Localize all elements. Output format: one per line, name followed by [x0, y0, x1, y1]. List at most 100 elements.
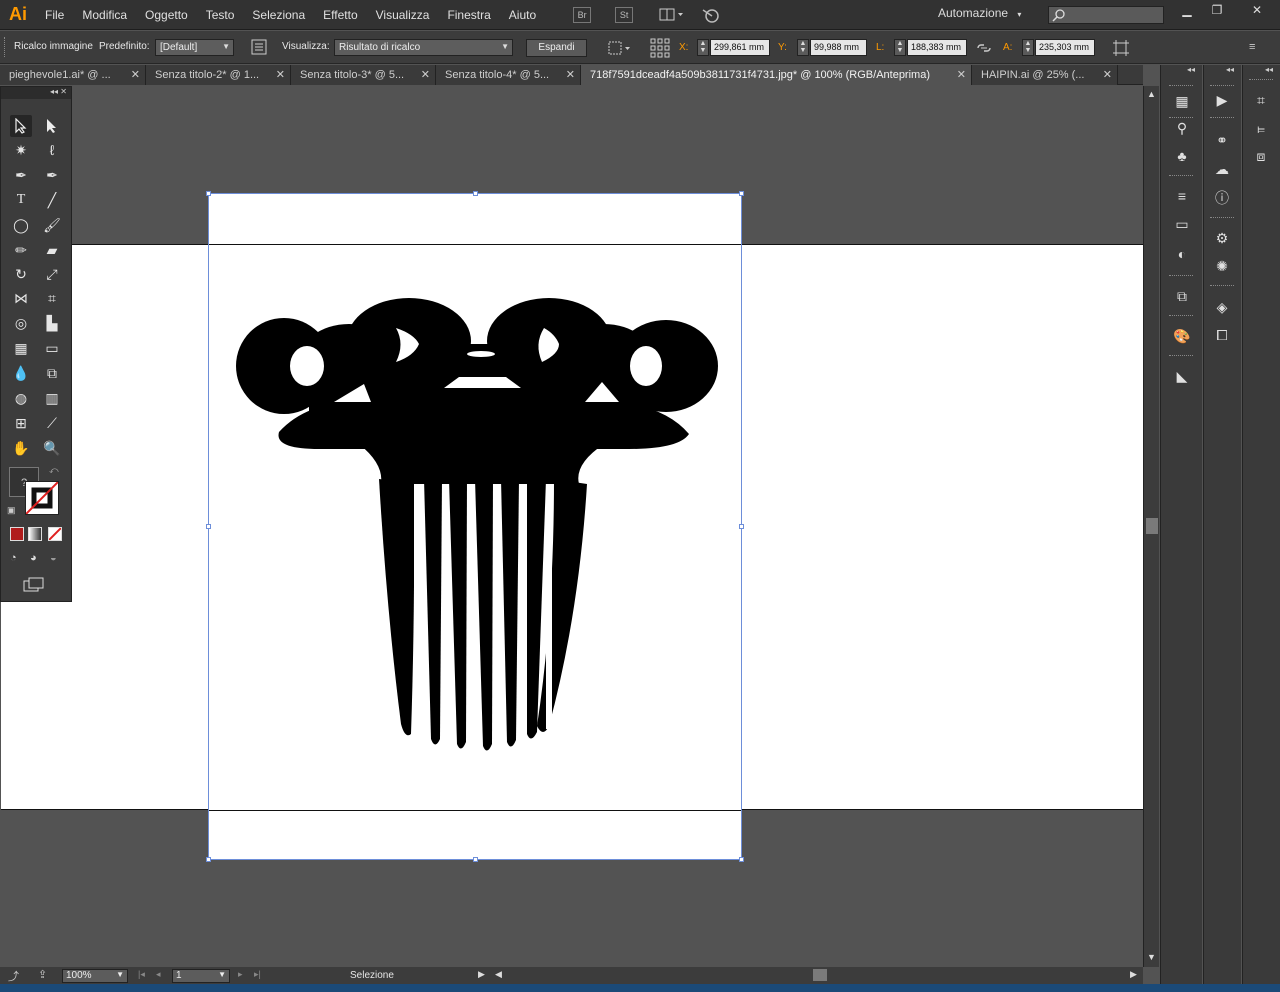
panel-grip[interactable]: [1169, 315, 1193, 318]
symbols-panel-icon[interactable]: ♣: [1171, 145, 1193, 167]
scroll-thumb[interactable]: [1146, 518, 1158, 534]
tab-document[interactable]: pieghevole1.ai* @ ... ✕: [0, 65, 146, 85]
gradient-panel-icon[interactable]: ▭: [1171, 213, 1193, 235]
appearance-panel-icon[interactable]: ⚙: [1211, 227, 1233, 249]
resize-handle-top-left[interactable]: [206, 191, 211, 196]
vertical-scrollbar[interactable]: ▲ ▼: [1143, 86, 1159, 967]
resize-handle-bottom[interactable]: [473, 857, 478, 862]
reference-point-icon[interactable]: [650, 38, 670, 58]
help-search-input[interactable]: [1048, 6, 1164, 24]
hand-tool-icon[interactable]: ✋: [10, 437, 32, 459]
menu-modifica[interactable]: Modifica: [73, 0, 136, 30]
x-field[interactable]: 299,861 mm: [710, 39, 770, 56]
resize-handle-bottom-right[interactable]: [739, 857, 744, 862]
scale-tool-icon[interactable]: ⤢: [41, 263, 63, 285]
y-stepper[interactable]: ▲ ▼: [797, 39, 809, 56]
traced-image-selection[interactable]: [206, 191, 744, 862]
swatches-panel-icon[interactable]: ▦: [1171, 90, 1193, 112]
perspective-grid-tool-icon[interactable]: ▙: [41, 312, 63, 334]
panel-grip[interactable]: [1169, 275, 1193, 278]
panel-grip[interactable]: [1169, 85, 1193, 88]
scroll-up-icon[interactable]: ▲: [1147, 89, 1156, 99]
swap-fill-stroke-icon[interactable]: ⤺: [49, 465, 59, 476]
scroll-thumb[interactable]: [813, 969, 827, 981]
export-icon[interactable]: ⇪: [38, 968, 47, 981]
zoom-tool-icon[interactable]: 🔍: [41, 437, 63, 459]
none-mode-icon[interactable]: [48, 527, 62, 541]
artboards-panel-icon[interactable]: ⧉: [1171, 285, 1193, 307]
menu-visualizza[interactable]: Visualizza: [367, 0, 439, 30]
tab-document[interactable]: HAIPIN.ai @ 25% (... ✕: [972, 65, 1118, 85]
document-canvas[interactable]: [0, 86, 1143, 967]
menu-finestra[interactable]: Finestra: [438, 0, 499, 30]
blend-tool-icon[interactable]: ⧉: [41, 362, 63, 384]
panel-grip[interactable]: [1210, 85, 1234, 88]
eyedropper-tool-icon[interactable]: 💧: [10, 362, 32, 384]
width-tool-icon[interactable]: ⋈: [10, 287, 32, 309]
pen-tool-icon[interactable]: ✒: [10, 164, 32, 186]
brushes-panel-icon[interactable]: ⚲: [1171, 117, 1193, 139]
height-stepper[interactable]: ▲ ▼: [1022, 39, 1034, 56]
close-icon[interactable]: ✕: [1103, 65, 1112, 85]
scroll-left-icon[interactable]: ◀: [495, 969, 502, 980]
stroke-panel-icon[interactable]: ≡: [1171, 185, 1193, 207]
panel-grip[interactable]: [1249, 79, 1273, 82]
panel-grip[interactable]: [1210, 217, 1234, 220]
workspace-switcher[interactable]: Automazione ▾: [938, 6, 1021, 20]
pencil-tool-icon[interactable]: ✏: [10, 239, 32, 261]
direct-selection-tool-icon[interactable]: [41, 115, 63, 137]
preset-dropdown[interactable]: [Default] ▼: [155, 39, 234, 56]
menu-effetto[interactable]: Effetto: [314, 0, 366, 30]
menu-oggetto[interactable]: Oggetto: [136, 0, 197, 30]
last-artboard-icon[interactable]: ▸|: [254, 969, 261, 980]
column-graph-tool-icon[interactable]: ▥: [41, 387, 63, 409]
restore-button[interactable]: ❐: [1202, 0, 1232, 20]
horizontal-scrollbar[interactable]: ◀ ▶: [490, 967, 1143, 984]
stock-icon[interactable]: St: [615, 6, 634, 23]
image-trace-panel-icon[interactable]: 🎨: [1171, 325, 1193, 347]
panel-grip[interactable]: [1210, 117, 1234, 120]
collapse-panels-icon[interactable]: ◂◂: [1265, 65, 1273, 74]
menu-aiuto[interactable]: Aiuto: [500, 0, 545, 30]
eraser-tool-icon[interactable]: ▰: [41, 239, 63, 261]
document-info-panel-icon[interactable]: ⓘ: [1211, 187, 1233, 209]
fill-stroke-swatch[interactable]: ? ⤺ ▣: [7, 465, 63, 515]
panel-header[interactable]: ◂◂ ✕: [1, 87, 71, 99]
rotate-tool-icon[interactable]: ↻: [10, 263, 32, 285]
panel-grip[interactable]: [1210, 285, 1234, 288]
align-panel-icon[interactable]: ⫢: [1250, 117, 1272, 139]
minimize-button[interactable]: ▁: [1172, 0, 1202, 20]
draw-behind-icon[interactable]: ◕: [30, 552, 46, 566]
color-guide-panel-icon[interactable]: ✺: [1211, 255, 1233, 277]
close-icon[interactable]: ✕: [566, 65, 575, 85]
actions-panel-icon[interactable]: ▶: [1211, 89, 1233, 111]
layers-panel-icon[interactable]: ◈: [1211, 296, 1233, 318]
screen-mode-icon[interactable]: [23, 577, 45, 593]
share-icon[interactable]: ⤴: [8, 968, 19, 984]
type-tool-icon[interactable]: T: [10, 189, 32, 211]
previous-artboard-icon[interactable]: ◂: [156, 969, 161, 980]
align-to-selection-icon[interactable]: [607, 39, 633, 57]
resize-handle-top-right[interactable]: [739, 191, 744, 196]
scroll-down-icon[interactable]: ▼: [1147, 952, 1156, 962]
tab-document[interactable]: Senza titolo-3* @ 5... ✕: [291, 65, 436, 85]
selection-tool-icon[interactable]: [10, 115, 32, 137]
curvature-tool-icon[interactable]: ✒: [41, 164, 63, 186]
y-field[interactable]: 99,988 mm: [810, 39, 867, 56]
transform-icon[interactable]: [1112, 39, 1130, 57]
first-artboard-icon[interactable]: |◂: [138, 969, 145, 980]
symbol-sprayer-tool-icon[interactable]: ◍: [10, 387, 32, 409]
width-field[interactable]: 188,383 mm: [907, 39, 967, 56]
expand-button[interactable]: Espandi: [526, 39, 587, 57]
gradient-mode-icon[interactable]: [28, 527, 42, 541]
graphic-styles-panel-icon[interactable]: ◣: [1171, 365, 1193, 387]
scroll-right-icon[interactable]: ▶: [1130, 969, 1137, 980]
tab-document[interactable]: Senza titolo-4* @ 5... ✕: [436, 65, 581, 85]
libraries-panel-icon[interactable]: ☁: [1211, 158, 1233, 180]
paintbrush-tool-icon[interactable]: 🖌: [41, 214, 63, 236]
next-artboard-icon[interactable]: ▸: [238, 969, 243, 980]
view-dropdown[interactable]: Risultato di ricalco ▼: [334, 39, 513, 56]
resize-handle-top[interactable]: [473, 191, 478, 196]
shape-builder-tool-icon[interactable]: ◎: [10, 312, 32, 334]
width-stepper[interactable]: ▲ ▼: [894, 39, 906, 56]
